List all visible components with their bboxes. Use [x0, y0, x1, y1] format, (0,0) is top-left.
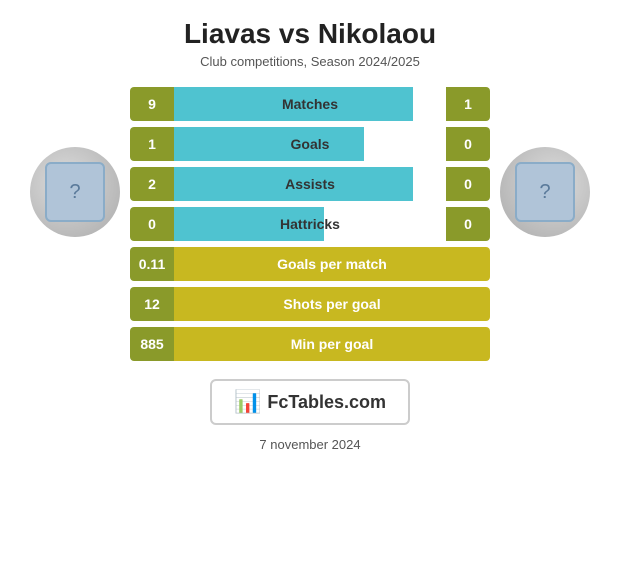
stat-row-shots-per-goal: 12 Shots per goal: [130, 287, 490, 321]
logo-box: 📊 FcTables.com: [210, 379, 410, 425]
stat-bar-shots-per-goal: Shots per goal: [174, 287, 490, 321]
main-content: ? 9 Matches 1 1 Goals 0 2 Assists 0 0 Hattricks 0 0.…: [0, 87, 620, 361]
stat-left-goals-per-match: 0.11: [130, 247, 174, 281]
right-avatar-placeholder: ?: [539, 181, 550, 204]
stat-label-goals: Goals: [291, 136, 330, 152]
left-avatar: ?: [30, 147, 120, 237]
stat-row-hattricks: 0 Hattricks 0: [130, 207, 490, 241]
stat-right-goals: 0: [446, 127, 490, 161]
stat-bar-goals: Goals: [174, 127, 446, 161]
date-label: 7 november 2024: [259, 437, 360, 452]
stat-row-min-per-goal: 885 Min per goal: [130, 327, 490, 361]
right-avatar-inner: ?: [515, 162, 575, 222]
stat-label-shots-per-goal: Shots per goal: [283, 296, 380, 312]
stat-bar-fill-goals: [174, 127, 364, 161]
stat-left-matches: 9: [130, 87, 174, 121]
right-avatar: ?: [500, 147, 590, 237]
stat-right-matches: 1: [446, 87, 490, 121]
stat-left-goals: 1: [130, 127, 174, 161]
stat-bar-goals-per-match: Goals per match: [174, 247, 490, 281]
stat-row-goals: 1 Goals 0: [130, 127, 490, 161]
stat-left-assists: 2: [130, 167, 174, 201]
logo-text: FcTables.com: [267, 392, 386, 413]
stat-label-assists: Assists: [285, 176, 335, 192]
stat-left-min-per-goal: 885: [130, 327, 174, 361]
stat-label-matches: Matches: [282, 96, 338, 112]
stat-label-goals-per-match: Goals per match: [277, 256, 387, 272]
stat-bar-hattricks: Hattricks: [174, 207, 446, 241]
stat-right-hattricks: 0: [446, 207, 490, 241]
page-subtitle: Club competitions, Season 2024/2025: [200, 54, 420, 69]
stat-bar-assists: Assists: [174, 167, 446, 201]
stat-bar-matches: Matches: [174, 87, 446, 121]
stat-row-assists: 2 Assists 0: [130, 167, 490, 201]
left-avatar-inner: ?: [45, 162, 105, 222]
stat-label-hattricks: Hattricks: [280, 216, 340, 232]
logo-icon: 📊: [234, 389, 261, 415]
page-title: Liavas vs Nikolaou: [184, 18, 436, 50]
stat-left-hattricks: 0: [130, 207, 174, 241]
stat-row-goals-per-match: 0.11 Goals per match: [130, 247, 490, 281]
left-avatar-placeholder: ?: [69, 181, 80, 204]
stat-left-shots-per-goal: 12: [130, 287, 174, 321]
stat-right-assists: 0: [446, 167, 490, 201]
stat-label-min-per-goal: Min per goal: [291, 336, 373, 352]
stat-row-matches: 9 Matches 1: [130, 87, 490, 121]
page: Liavas vs Nikolaou Club competitions, Se…: [0, 0, 620, 580]
stat-bar-min-per-goal: Min per goal: [174, 327, 490, 361]
stats-table: 9 Matches 1 1 Goals 0 2 Assists 0 0 Hattricks 0 0.11…: [130, 87, 490, 361]
